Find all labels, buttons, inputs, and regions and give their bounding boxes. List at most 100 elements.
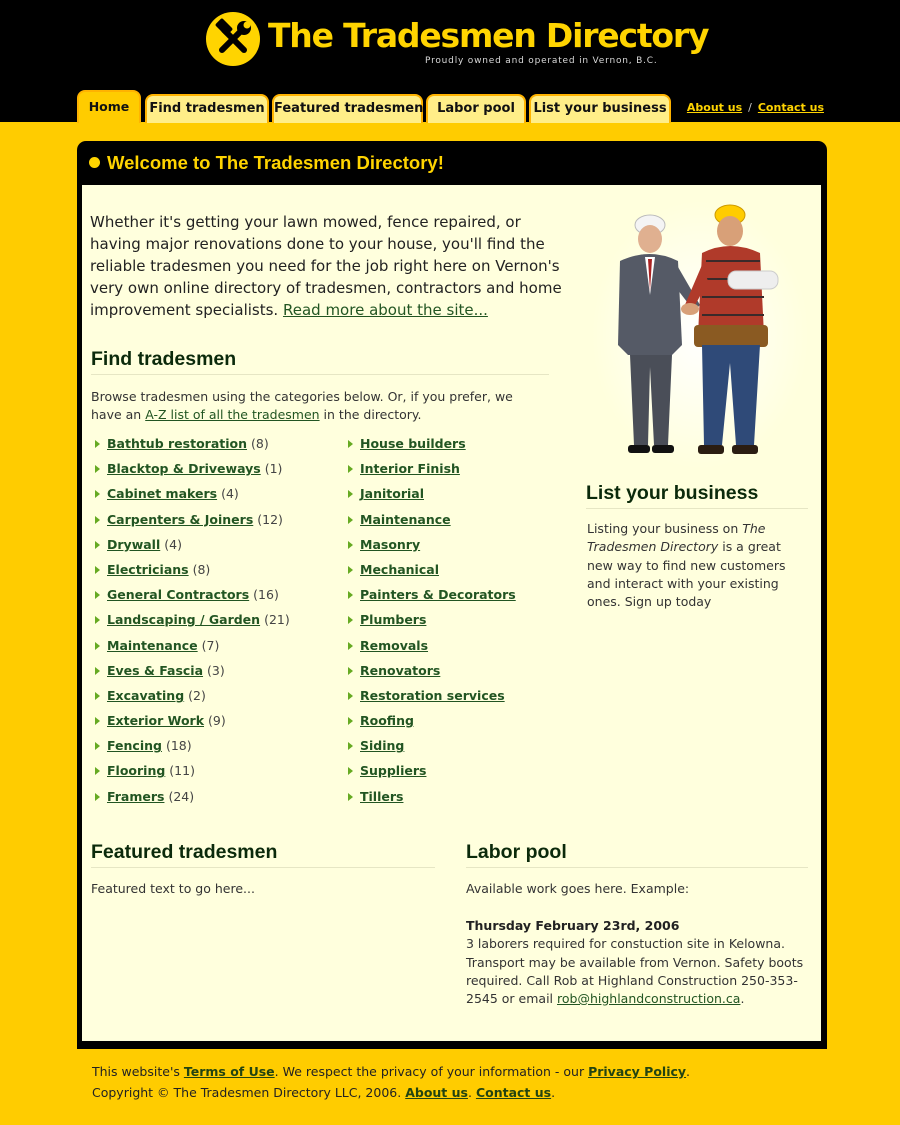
privacy-policy-link[interactable]: Privacy Policy <box>588 1064 686 1079</box>
category-count: (18) <box>165 738 192 754</box>
category-count: (7) <box>201 637 220 653</box>
arrow-right-icon <box>95 717 100 726</box>
footer-line-1: This website's Terms of Use. We respect … <box>92 1061 690 1082</box>
category-link[interactable]: Siding <box>360 738 404 753</box>
category-item: Janitorial <box>348 486 516 511</box>
labor-pool-content: Available work goes here. Example: Thurs… <box>466 880 811 1008</box>
featured-text: Featured text to go here... <box>91 881 255 896</box>
arrow-right-icon <box>348 641 353 650</box>
tab-featured-tradesmen[interactable]: Featured tradesmen <box>272 94 423 123</box>
category-count: (21) <box>264 612 290 628</box>
category-link[interactable]: Painters & Decorators <box>360 587 516 602</box>
category-link[interactable]: Electricians <box>107 562 189 577</box>
category-link[interactable]: Bathtub restoration <box>107 436 247 451</box>
footer-text: . <box>467 1085 476 1100</box>
category-link[interactable]: Mechanical <box>360 562 439 577</box>
list-business-heading: List your business <box>586 482 808 509</box>
category-link[interactable]: Cabinet makers <box>107 486 217 501</box>
footer-line-2: Copyright © The Tradesmen Directory LLC,… <box>92 1082 690 1103</box>
footer-text: . <box>686 1064 691 1079</box>
category-link[interactable]: Drywall <box>107 537 160 552</box>
category-count: (1) <box>264 461 283 477</box>
category-count: (12) <box>257 511 283 527</box>
list-business-text: Listing your business on The Tradesmen D… <box>587 520 797 611</box>
category-count: (11) <box>169 763 195 779</box>
category-item: Excavating (2) <box>95 688 290 713</box>
arrow-right-icon <box>348 515 353 524</box>
category-count: (3) <box>207 662 225 678</box>
category-link[interactable]: Janitorial <box>360 486 424 501</box>
labor-email-link[interactable]: rob@highlandconstruction.ca <box>557 991 740 1006</box>
labor-intro: Available work goes here. Example: <box>466 881 690 896</box>
tab-list-your-business[interactable]: List your business <box>529 94 671 123</box>
category-link[interactable]: Carpenters & Joiners <box>107 512 253 527</box>
category-link[interactable]: Excavating <box>107 688 184 703</box>
category-link[interactable]: Suppliers <box>360 763 426 778</box>
find-tradesmen-heading: Find tradesmen <box>91 348 549 375</box>
category-item: Cabinet makers (4) <box>95 486 290 511</box>
category-link[interactable]: Roofing <box>360 713 414 728</box>
category-list-2: House builders Interior Finish Janitorial M… <box>348 436 516 814</box>
category-link[interactable]: Flooring <box>107 763 165 778</box>
category-link[interactable]: Removals <box>360 638 428 653</box>
footer-text: This website's <box>92 1064 184 1079</box>
category-link[interactable]: Renovators <box>360 663 440 678</box>
category-link[interactable]: Maintenance <box>360 512 451 527</box>
category-list-1: Bathtub restoration (8) Blacktop & Drivew… <box>95 436 290 814</box>
category-link[interactable]: House builders <box>360 436 466 451</box>
site-header: The Tradesmen Directory Proudly owned an… <box>0 0 900 123</box>
category-link[interactable]: Eves & Fascia <box>107 663 203 678</box>
tab-labor-pool[interactable]: Labor pool <box>426 94 526 123</box>
category-item: Framers (24) <box>95 789 290 814</box>
category-count: (24) <box>168 788 195 804</box>
category-count: (8) <box>251 436 269 451</box>
category-link[interactable]: Framers <box>107 789 164 804</box>
contact-us-link[interactable]: Contact us <box>758 101 824 114</box>
category-item: Bathtub restoration (8) <box>95 436 290 461</box>
arrow-right-icon <box>95 490 100 499</box>
category-link[interactable]: Restoration services <box>360 688 505 703</box>
tradesmen-handshake-photo <box>592 201 808 467</box>
category-item: Plumbers <box>348 612 516 637</box>
category-link[interactable]: Plumbers <box>360 612 426 627</box>
category-item: Mechanical <box>348 562 516 587</box>
category-link[interactable]: Blacktop & Driveways <box>107 461 261 476</box>
arrow-right-icon <box>348 666 353 675</box>
category-item: Interior Finish <box>348 461 516 486</box>
arrow-right-icon <box>348 792 353 801</box>
category-link[interactable]: General Contractors <box>107 587 249 602</box>
category-link[interactable]: Landscaping / Garden <box>107 612 260 627</box>
category-count: (8) <box>192 561 211 577</box>
category-link[interactable]: Maintenance <box>107 638 198 653</box>
category-item: Carpenters & Joiners (12) <box>95 512 290 537</box>
arrow-right-icon <box>348 465 353 474</box>
arrow-right-icon <box>95 691 100 700</box>
category-count: (16) <box>253 587 279 603</box>
read-more-link[interactable]: Read more about the site... <box>283 301 488 319</box>
about-us-link[interactable]: About us <box>687 101 742 114</box>
featured-heading: Featured tradesmen <box>91 841 435 868</box>
category-item: Siding <box>348 738 516 763</box>
hammer-wrench-icon <box>206 12 260 66</box>
category-item: Roofing <box>348 713 516 738</box>
footer-about-link[interactable]: About us <box>405 1085 468 1100</box>
category-item: Drywall (4) <box>95 537 290 562</box>
arrow-right-icon <box>95 565 100 574</box>
category-link[interactable]: Exterior Work <box>107 713 204 728</box>
category-link[interactable]: Fencing <box>107 738 162 753</box>
category-item: Removals <box>348 638 516 663</box>
a-z-list-link[interactable]: A-Z list of all the tradesmen <box>145 407 319 422</box>
tab-home[interactable]: Home <box>77 90 141 123</box>
footer-contact-link[interactable]: Contact us <box>476 1085 551 1100</box>
category-count: (2) <box>188 687 206 703</box>
arrow-right-icon <box>348 565 353 574</box>
category-item: Suppliers <box>348 763 516 788</box>
terms-of-use-link[interactable]: Terms of Use <box>184 1064 275 1079</box>
tab-find-tradesmen[interactable]: Find tradesmen <box>145 94 269 123</box>
category-link[interactable]: Tillers <box>360 789 403 804</box>
category-link[interactable]: Interior Finish <box>360 461 460 476</box>
category-item: Fencing (18) <box>95 738 290 763</box>
category-link[interactable]: Masonry <box>360 537 420 552</box>
intro-paragraph: Whether it's getting your lawn mowed, fe… <box>90 211 570 321</box>
category-item: Renovators <box>348 663 516 688</box>
